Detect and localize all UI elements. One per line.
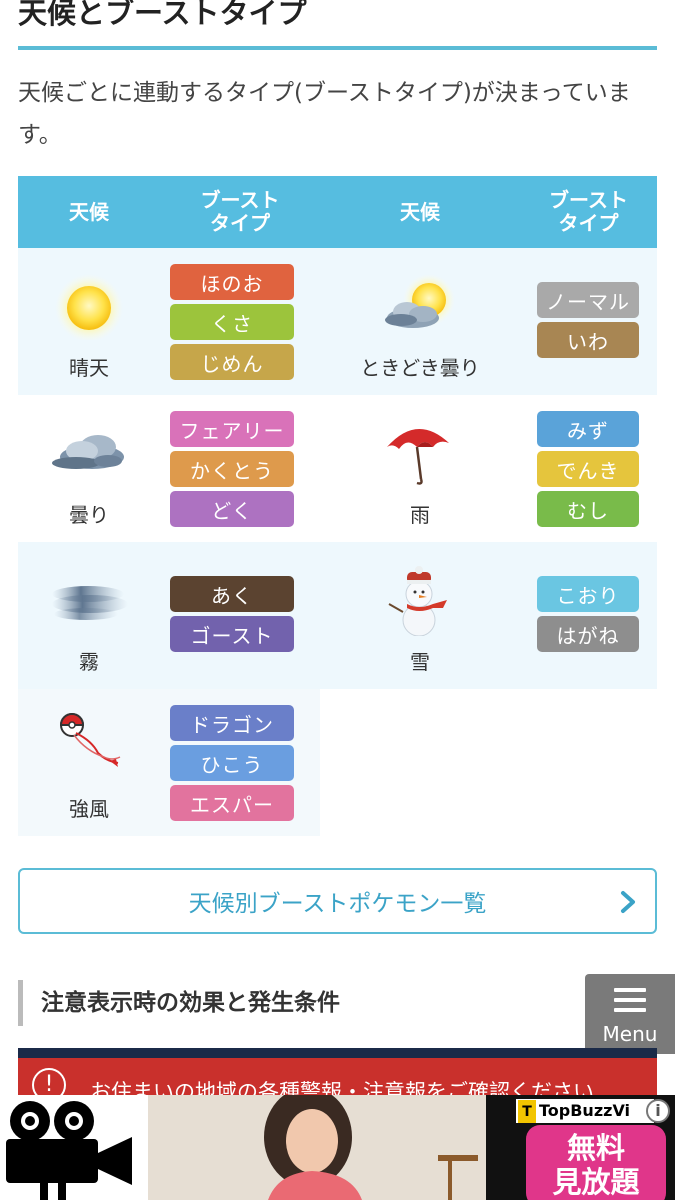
type-badge-ghost[interactable]: ゴースト: [170, 616, 294, 652]
ad-badge: 無料 見放題: [526, 1125, 666, 1200]
topbuzz-logo-icon: T: [518, 1100, 536, 1123]
boost-pokemon-list-button[interactable]: 天候別ブーストポケモン一覧: [18, 868, 657, 934]
heading-rule: [18, 46, 657, 50]
weather-label: 強風: [69, 797, 109, 821]
types-cell: ノーマル いわ: [520, 248, 657, 395]
section2-title: 注意表示時の効果と発生条件: [18, 980, 340, 1026]
weather-label: 雨: [410, 503, 430, 527]
type-badge-psychic[interactable]: エスパー: [170, 785, 294, 821]
type-badge-water[interactable]: みず: [537, 411, 639, 447]
header-weather: 天候: [18, 176, 160, 248]
types-cell: あく ゴースト: [160, 542, 320, 689]
menu-label: Menu: [602, 1022, 658, 1046]
weather-cell-cloudy: 曇り: [18, 395, 160, 542]
person-photo-icon: [148, 1095, 486, 1200]
type-badge-ground[interactable]: じめん: [170, 344, 294, 380]
fog-icon: [52, 586, 128, 620]
weather-label: 雪: [410, 650, 430, 674]
ad-brand-label: TopBuzzVi: [539, 1101, 631, 1120]
type-badge-flying[interactable]: ひこう: [170, 745, 294, 781]
type-badge-bug[interactable]: むし: [537, 491, 639, 527]
header-boost-type-2-label: ブースト タイプ: [549, 188, 628, 235]
weather-label: 晴天: [69, 356, 109, 380]
video-camera-icon: [0, 1095, 148, 1200]
link-button-label: 天候別ブーストポケモン一覧: [188, 891, 487, 917]
weather-boost-table: 天候 ブースト タイプ 天候 ブースト タイプ 晴天 ほのお くさ じめん とき…: [18, 176, 657, 836]
types-cell: みず でんき むし: [520, 395, 657, 542]
weather-cell-fog: 霧: [18, 542, 160, 689]
intro-text: 天候ごとに連動するタイプ(ブーストタイプ)が決まっています。: [18, 80, 631, 148]
ad-badge-line1: 無料: [566, 1131, 625, 1165]
type-list: こおり はがね: [537, 576, 639, 652]
table-row: 強風 ドラゴン ひこう エスパー: [18, 689, 657, 836]
types-cell: こおり はがね: [520, 542, 657, 689]
weather-label: ときどき曇り: [360, 356, 480, 380]
type-list: フェアリー かくとう どく: [170, 411, 294, 527]
section-heading: 天候とブーストタイプ: [18, 0, 657, 50]
type-badge-dark[interactable]: あく: [170, 576, 294, 612]
table-row: 晴天 ほのお くさ じめん ときどき曇り ノーマル いわ: [18, 248, 657, 395]
menu-button[interactable]: Menu: [585, 974, 675, 1054]
cloudy-icon: [52, 435, 124, 469]
ad-photo: [148, 1095, 486, 1200]
type-list: ほのお くさ じめん: [170, 264, 294, 380]
type-list: ドラゴン ひこう エスパー: [170, 705, 294, 821]
chevron-right-icon: [621, 891, 635, 913]
type-badge-poison[interactable]: どく: [170, 491, 294, 527]
type-list: あく ゴースト: [170, 576, 294, 652]
type-list: ノーマル いわ: [537, 282, 639, 358]
ad-brand: T TopBuzzVi: [516, 1099, 654, 1123]
weather-label: 霧: [79, 650, 99, 674]
types-cell: フェアリー かくとう どく: [160, 395, 320, 542]
table-row: 曇り フェアリー かくとう どく 雨 みず でんき むし: [18, 395, 657, 542]
type-badge-fighting[interactable]: かくとう: [170, 451, 294, 487]
hamburger-icon: [614, 988, 646, 1018]
weather-cell-windy: 強風: [18, 689, 160, 836]
weather-label: 曇り: [69, 503, 109, 527]
header-weather-2: 天候: [320, 176, 520, 248]
header-boost-type: ブースト タイプ: [160, 176, 320, 248]
sunny-icon: [55, 274, 123, 340]
umbrella-icon: [387, 428, 449, 485]
header-boost-type-label: ブースト タイプ: [200, 188, 280, 235]
type-badge-steel[interactable]: はがね: [537, 616, 639, 652]
table-row: 霧 あく ゴースト 雪 こおり はがね: [18, 542, 657, 689]
types-cell: ほのお くさ じめん: [160, 248, 320, 395]
weather-cell-sunny: 晴天: [18, 248, 160, 395]
section-title: 天候とブーストタイプ: [18, 0, 307, 30]
type-badge-dragon[interactable]: ドラゴン: [170, 705, 294, 741]
type-badge-normal[interactable]: ノーマル: [537, 282, 639, 318]
header-boost-type-2: ブースト タイプ: [520, 176, 657, 248]
header-weather-2-label: 天候: [400, 199, 440, 224]
type-badge-electric[interactable]: でんき: [537, 451, 639, 487]
type-badge-ice[interactable]: こおり: [537, 576, 639, 612]
ad-banner[interactable]: T TopBuzzVi i 無料 見放題: [0, 1095, 675, 1200]
type-badge-grass[interactable]: くさ: [170, 304, 294, 340]
weather-cell-snow: 雪: [320, 542, 520, 689]
weather-cell-partly-cloudy: ときどき曇り: [320, 248, 520, 395]
ad-right-panel: T TopBuzzVi i 無料 見放題: [486, 1095, 675, 1200]
kite-icon: [59, 713, 121, 767]
type-badge-fairy[interactable]: フェアリー: [170, 411, 294, 447]
table-header: 天候 ブースト タイプ 天候 ブースト タイプ: [18, 176, 657, 248]
info-icon[interactable]: i: [646, 1099, 670, 1123]
types-cell: ドラゴン ひこう エスパー: [160, 689, 320, 836]
partly-cloudy-icon: [385, 274, 455, 328]
type-badge-fire[interactable]: ほのお: [170, 264, 294, 300]
snowman-icon: [388, 566, 447, 636]
type-list: みず でんき むし: [537, 411, 639, 527]
ad-badge-line2: 見放題: [552, 1165, 640, 1199]
weather-cell-rain: 雨: [320, 395, 520, 542]
type-badge-rock[interactable]: いわ: [537, 322, 639, 358]
header-weather-label: 天候: [69, 199, 109, 224]
